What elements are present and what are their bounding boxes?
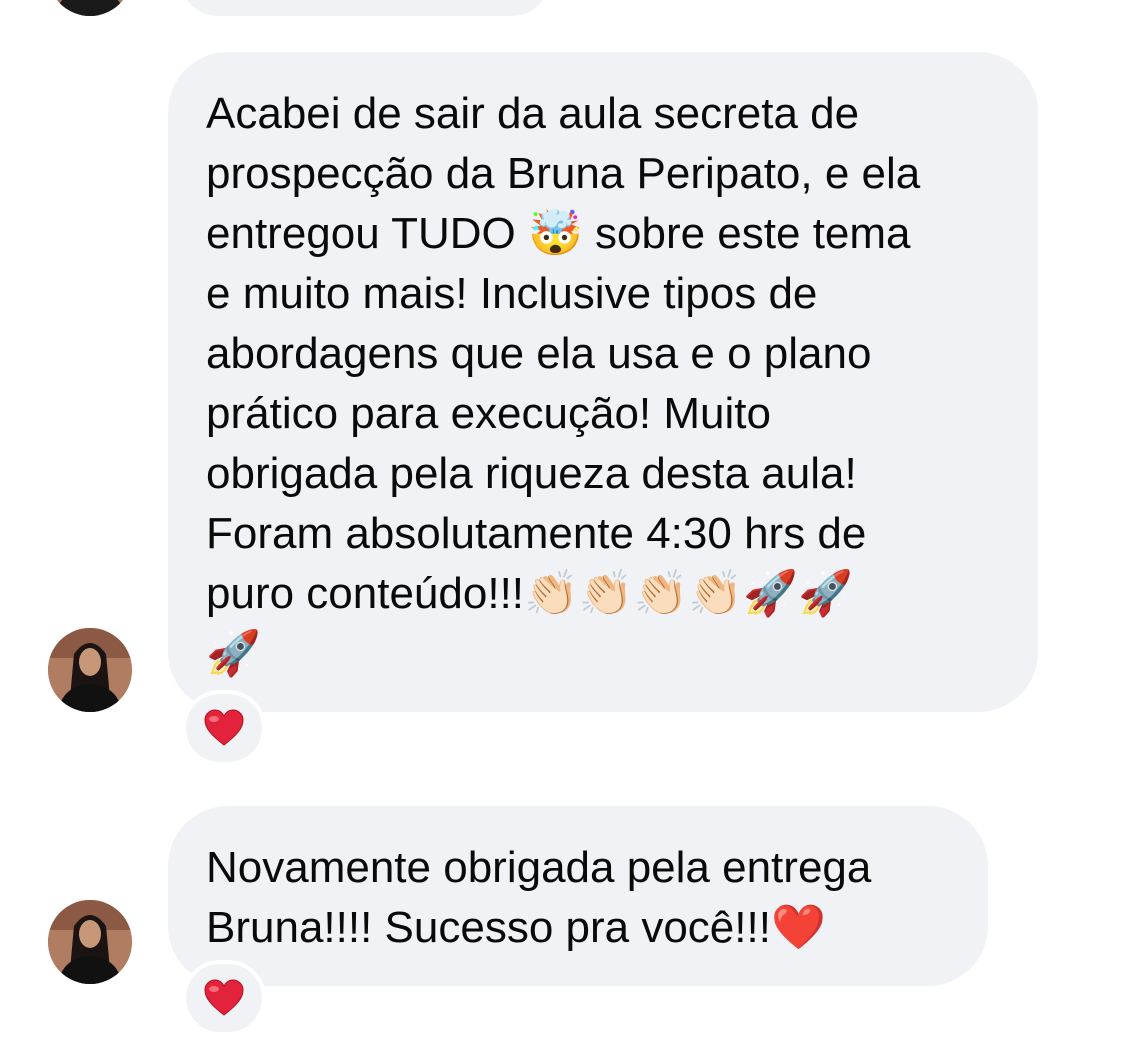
previous-message-bubble: [180, 0, 550, 16]
avatar[interactable]: [48, 628, 132, 712]
message-text: Novamente obrigada pela entrega Bruna!!!…: [206, 843, 872, 952]
red-heart-icon: [204, 979, 244, 1016]
message-bubble[interactable]: Novamente obrigada pela entrega Bruna!!!…: [168, 806, 988, 986]
reaction-badge[interactable]: [182, 690, 266, 766]
red-heart-icon: [204, 709, 244, 746]
message-text: Acabei de sair da aula secreta de prospe…: [206, 89, 921, 678]
avatar[interactable]: [48, 0, 132, 16]
avatar[interactable]: [48, 900, 132, 984]
message-bubble[interactable]: Acabei de sair da aula secreta de prospe…: [168, 52, 1038, 712]
reaction-badge[interactable]: [182, 960, 266, 1036]
